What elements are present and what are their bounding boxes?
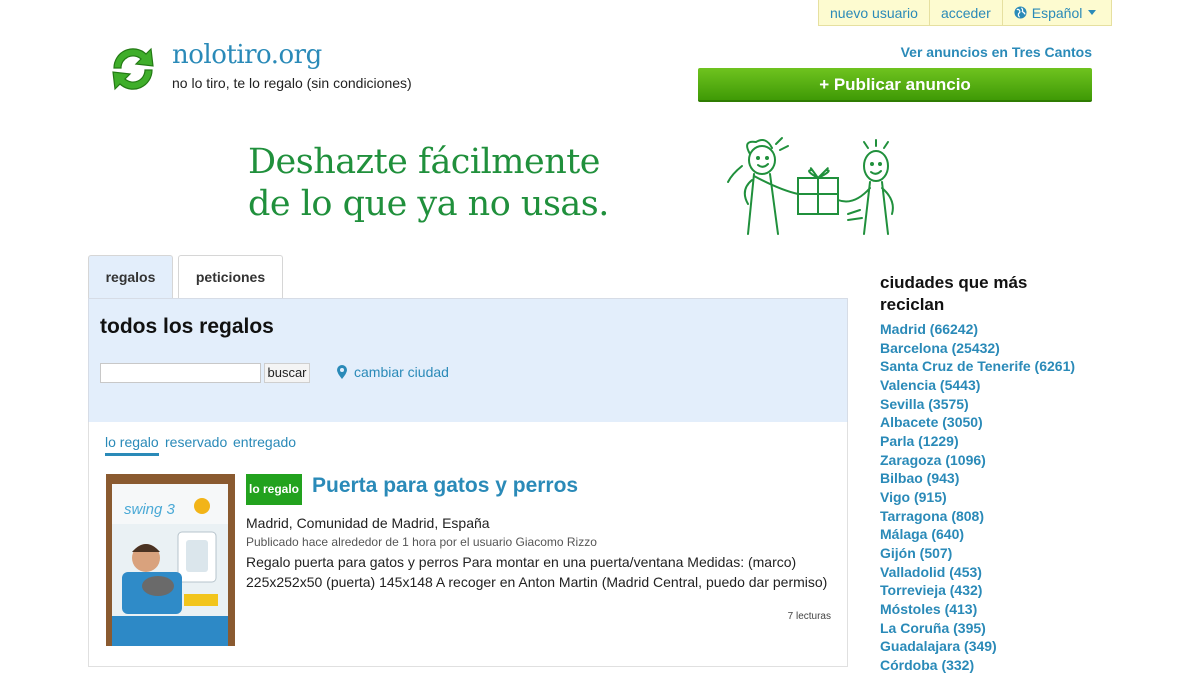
- hero-slogan: Deshazte fácilmente de lo que ya no usas…: [248, 141, 609, 225]
- item-meta: Publicado hace alrededor de 1 hora por e…: [246, 535, 597, 549]
- city-link[interactable]: Torrevieja (432): [880, 581, 1075, 600]
- city-link[interactable]: Zaragoza (1096): [880, 451, 1075, 470]
- city-link[interactable]: Málaga (640): [880, 525, 1075, 544]
- item-description: Regalo puerta para gatos y perros Para m…: [246, 554, 828, 590]
- city-link[interactable]: Valladolid (453): [880, 563, 1075, 582]
- language-selector[interactable]: Español: [1003, 0, 1111, 25]
- city-link[interactable]: Sevilla (3575): [880, 395, 1075, 414]
- read-count: 7 lecturas: [787, 611, 831, 622]
- city-link[interactable]: Vigo (915): [880, 488, 1075, 507]
- tab-regalos[interactable]: regalos: [88, 255, 173, 300]
- city-link[interactable]: Córdoba (332): [880, 656, 1075, 675]
- city-link[interactable]: Móstoles (413): [880, 600, 1075, 619]
- item-title-link[interactable]: Puerta para gatos y perros: [312, 474, 578, 498]
- city-link[interactable]: Bilbao (943): [880, 469, 1075, 488]
- filter-reservado[interactable]: reservado: [165, 434, 227, 450]
- search-button[interactable]: buscar: [264, 363, 310, 383]
- map-pin-icon: [337, 365, 347, 379]
- publish-ad-button[interactable]: + Publicar anuncio: [698, 68, 1092, 102]
- filter-lo-regalo[interactable]: lo regalo: [105, 434, 159, 456]
- city-link[interactable]: Madrid (66242): [880, 320, 1075, 339]
- register-link[interactable]: nuevo usuario: [819, 0, 930, 25]
- city-link[interactable]: Albacete (3050): [880, 413, 1075, 432]
- view-city-ads-link[interactable]: Ver anuncios en Tres Cantos: [860, 44, 1092, 60]
- status-badge: lo regalo: [246, 474, 302, 505]
- page-title: todos los regalos: [100, 315, 274, 338]
- hero-line-2: de lo que ya no usas.: [248, 184, 609, 224]
- filter-entregado[interactable]: entregado: [233, 434, 296, 450]
- city-link[interactable]: Tarragona (808): [880, 507, 1075, 526]
- item-photo[interactable]: swing 3: [106, 474, 235, 646]
- tab-peticiones[interactable]: peticiones: [178, 255, 283, 299]
- item-location: Madrid, Comunidad de Madrid, España: [246, 515, 490, 531]
- list-item: swing 3 lo regalo Puerta para gatos y pe…: [88, 463, 848, 667]
- sidebar-title: ciudades que más reciclan: [880, 273, 1028, 314]
- globe-icon: [1014, 6, 1027, 19]
- city-link[interactable]: Santa Cruz de Tenerife (6261): [880, 357, 1075, 376]
- city-link[interactable]: La Coruña (395): [880, 619, 1075, 638]
- chevron-down-icon: [1088, 10, 1097, 15]
- hero-line-1: Deshazte fácilmente: [248, 142, 601, 182]
- city-link[interactable]: Guadalajara (349): [880, 637, 1075, 656]
- city-link[interactable]: Parla (1229): [880, 432, 1075, 451]
- city-link[interactable]: Gijón (507): [880, 544, 1075, 563]
- status-filter-bar: lo regalo reservado entregado: [88, 422, 848, 464]
- language-label: Español: [1031, 4, 1083, 21]
- recycle-logo-icon[interactable]: [108, 44, 158, 94]
- change-city-link[interactable]: cambiar ciudad: [337, 364, 449, 380]
- search-input[interactable]: [100, 363, 261, 383]
- top-cities-list: Madrid (66242) Barcelona (25432) Santa C…: [880, 320, 1075, 674]
- city-link[interactable]: Valencia (5443): [880, 376, 1075, 395]
- login-link[interactable]: acceder: [930, 0, 1003, 25]
- site-name[interactable]: nolotiro.org: [172, 40, 322, 70]
- user-menu: nuevo usuario acceder Español: [818, 0, 1112, 26]
- search-panel: todos los regalos buscar cambiar ciudad: [88, 298, 848, 422]
- site-tagline: no lo tiro, te lo regalo (sin condicione…: [172, 75, 412, 91]
- gift-illustration: [727, 137, 894, 235]
- change-city-label: cambiar ciudad: [354, 364, 449, 380]
- city-link[interactable]: Barcelona (25432): [880, 339, 1075, 358]
- svg-text:swing 3: swing 3: [124, 501, 176, 518]
